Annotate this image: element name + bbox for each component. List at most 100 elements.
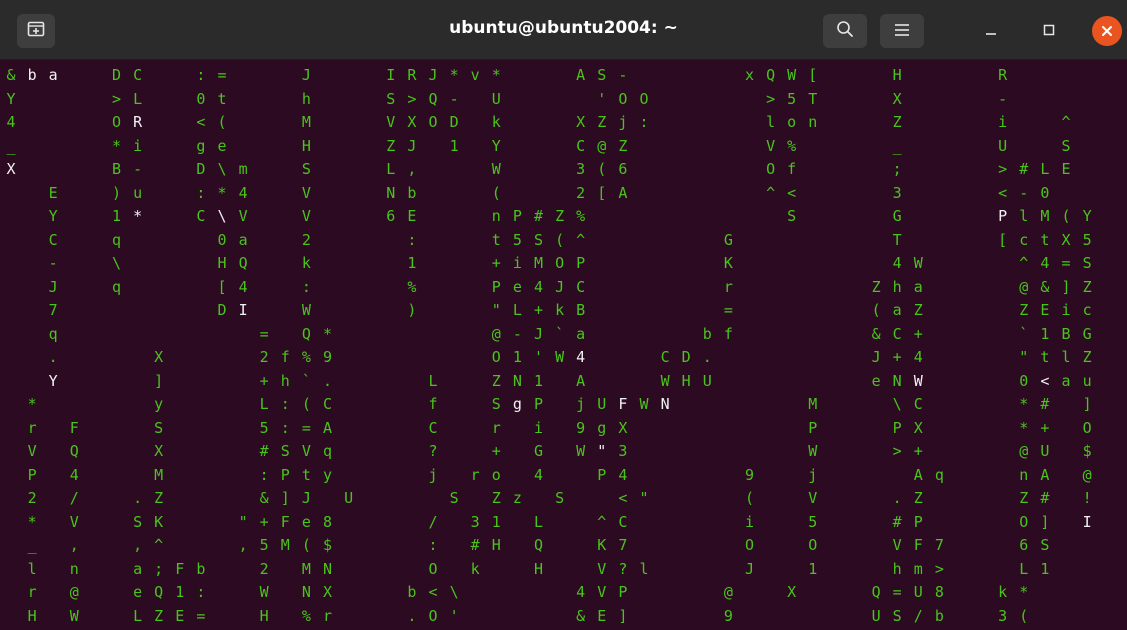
terminal-glyph: 6: [618, 160, 628, 178]
terminal-glyph: V: [301, 442, 311, 460]
terminal-glyph: W: [639, 395, 649, 413]
terminal-glyph: D: [196, 160, 206, 178]
terminal-glyph: :: [196, 183, 206, 202]
terminal-glyph: +: [913, 442, 923, 460]
terminal-glyph: -: [998, 89, 1008, 108]
terminal-glyph: %: [301, 348, 311, 366]
terminal-glyph: 4: [576, 583, 586, 601]
minimize-button[interactable]: [974, 14, 1008, 48]
terminal-glyph: H: [533, 559, 544, 578]
terminal-glyph: M: [154, 465, 164, 484]
terminal-glyph: g: [597, 418, 607, 437]
terminal-glyph: M: [301, 113, 311, 131]
terminal-glyph: 2: [301, 230, 311, 249]
terminal-glyph: %: [576, 207, 586, 225]
terminal-glyph: T: [892, 230, 902, 249]
terminal-glyph: t: [301, 465, 311, 484]
terminal-glyph: L: [133, 89, 143, 108]
terminal-glyph: J: [871, 348, 881, 366]
terminal-glyph: K: [597, 536, 607, 554]
terminal-glyph: 5: [259, 536, 269, 554]
menu-button[interactable]: [880, 14, 924, 48]
terminal-glyph: 8: [322, 512, 333, 531]
terminal-glyph: #: [533, 207, 544, 225]
terminal-glyph: E: [407, 207, 417, 225]
terminal-glyph: .: [892, 489, 902, 507]
title-bar[interactable]: ubuntu@ubuntu2004: ~: [0, 0, 1127, 60]
terminal-glyph: ]: [1040, 512, 1050, 531]
terminal-glyph: 1: [1040, 559, 1050, 578]
close-icon: [1092, 16, 1122, 46]
terminal-glyph: U: [702, 371, 712, 390]
terminal-glyph: Z: [386, 136, 396, 155]
terminal-glyph: 1: [449, 136, 459, 155]
terminal-glyph: *: [449, 66, 459, 84]
terminal-glyph: P: [27, 465, 37, 484]
terminal-glyph: h: [892, 559, 902, 578]
maximize-button[interactable]: [1032, 14, 1066, 48]
terminal-glyph: L: [259, 395, 269, 413]
terminal-glyph: -: [618, 66, 628, 84]
terminal-glyph: l: [766, 113, 776, 131]
terminal-glyph: =: [301, 418, 311, 437]
terminal-glyph: X: [576, 113, 586, 131]
terminal-glyph: g: [512, 395, 522, 413]
new-tab-button[interactable]: [17, 14, 55, 48]
search-icon: [836, 20, 854, 42]
terminal-glyph: B: [1061, 324, 1071, 343]
terminal-glyph: e: [217, 136, 227, 155]
terminal-glyph: ): [111, 183, 122, 202]
terminal-glyph: l: [639, 559, 649, 578]
terminal-glyph: J: [48, 277, 58, 296]
terminal-glyph: V: [386, 113, 396, 131]
terminal-glyph: :: [280, 395, 290, 413]
terminal-glyph: *: [111, 136, 122, 155]
terminal-glyph: G: [892, 207, 902, 225]
search-button[interactable]: [823, 14, 867, 48]
terminal-glyph: 7: [48, 301, 58, 319]
terminal-glyph: k: [491, 113, 501, 131]
terminal-glyph: 3: [998, 606, 1008, 625]
terminal-glyph: X: [407, 113, 417, 131]
terminal-glyph: O: [111, 113, 122, 131]
close-button[interactable]: [1090, 14, 1124, 48]
terminal-glyph: b: [934, 606, 944, 625]
terminal-glyph: T: [808, 89, 818, 108]
terminal-output[interactable]: & b a D C: = J I R J * v * A S - x Q W[H R Y > L 0 t h S > Q - U ' O O >5 T…: [0, 60, 1127, 630]
terminal-glyph: :: [639, 113, 649, 131]
terminal-glyph: f: [428, 395, 438, 413]
terminal-glyph: S: [154, 418, 164, 437]
terminal-glyph: 1: [1040, 324, 1050, 343]
terminal-glyph: X: [6, 160, 16, 178]
terminal-glyph: *: [1019, 395, 1029, 413]
terminal-glyph: G: [1082, 324, 1092, 343]
terminal-glyph: 2: [259, 559, 269, 578]
terminal-glyph: O: [1019, 512, 1029, 531]
terminal-glyph: ;: [154, 559, 164, 578]
terminal-glyph: 4: [533, 277, 544, 296]
terminal-glyph: 1: [111, 207, 122, 225]
terminal-glyph: E: [48, 183, 58, 202]
terminal-glyph: W: [913, 254, 923, 272]
terminal-glyph: N: [512, 371, 522, 390]
terminal-glyph: Z: [154, 489, 164, 507]
terminal-glyph: t: [1040, 230, 1050, 249]
terminal-glyph: 0: [1019, 371, 1029, 390]
terminal-glyph: ': [449, 606, 459, 625]
terminal-glyph: %: [301, 606, 311, 625]
terminal-glyph: b: [196, 559, 206, 578]
terminal-glyph: M: [808, 395, 818, 413]
terminal-glyph: F: [618, 395, 628, 413]
terminal-glyph: +: [533, 301, 544, 319]
terminal-glyph: Q: [766, 66, 776, 84]
terminal-glyph: L: [512, 301, 522, 319]
terminal-glyph: R: [133, 113, 143, 131]
terminal-glyph: #: [1019, 160, 1029, 178]
terminal-glyph: S: [597, 66, 607, 84]
terminal-glyph: l: [27, 559, 37, 578]
terminal-glyph: J: [428, 66, 438, 84]
terminal-glyph: 3: [892, 183, 902, 202]
terminal-glyph: V: [766, 136, 776, 155]
terminal-glyph: Z: [892, 113, 902, 131]
terminal-glyph: J: [407, 136, 417, 155]
